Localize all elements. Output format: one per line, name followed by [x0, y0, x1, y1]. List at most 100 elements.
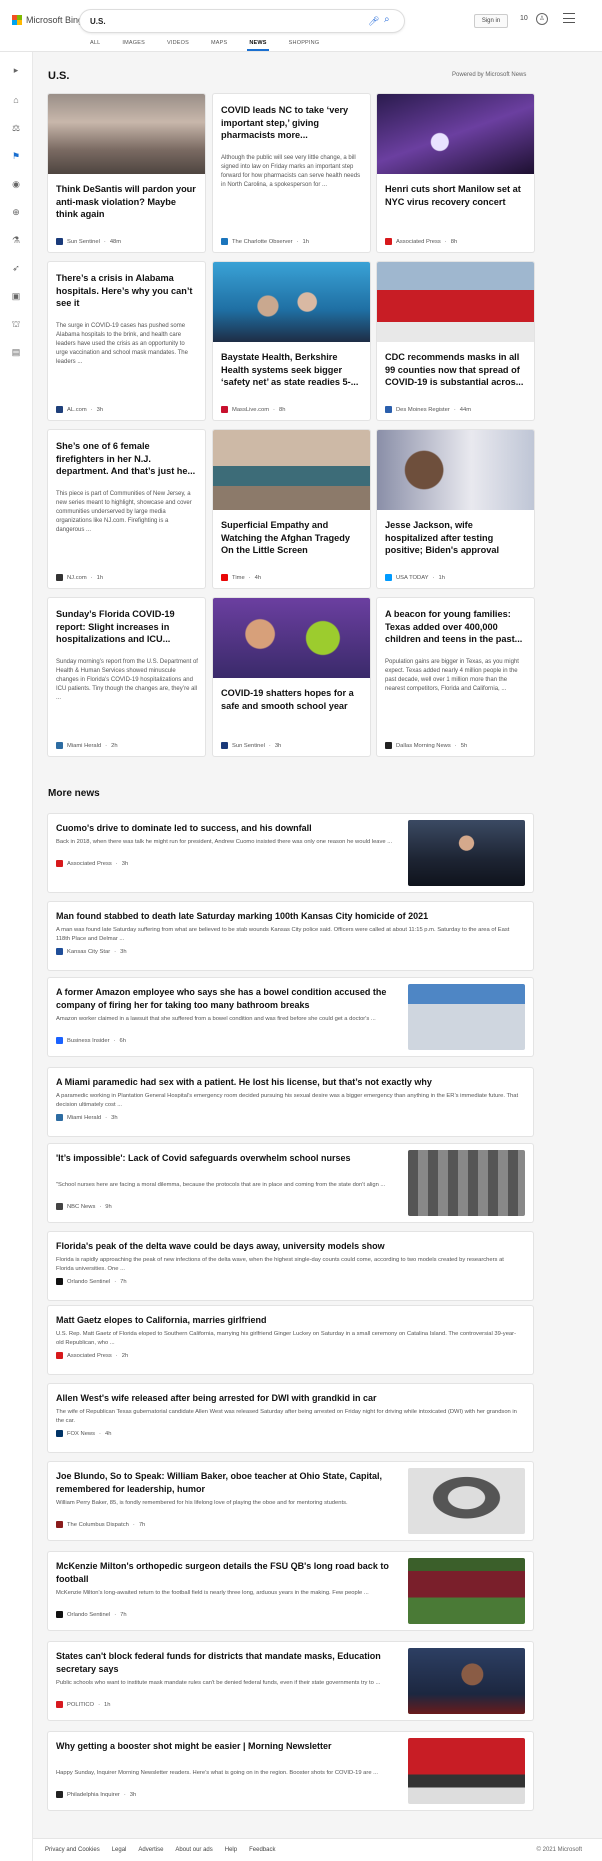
- news-item[interactable]: 'It’s impossible': Lack of Covid safegua…: [48, 1144, 533, 1222]
- news-title[interactable]: States can't block federal funds for dis…: [56, 1650, 401, 1676]
- film-icon[interactable]: ▣: [10, 290, 22, 302]
- card-title[interactable]: CDC recommends masks in all 99 counties …: [385, 351, 527, 389]
- tab-videos[interactable]: VIDEOS: [167, 40, 189, 46]
- scale-icon[interactable]: ⚖: [10, 122, 22, 134]
- news-thumbnail[interactable]: [408, 1468, 525, 1534]
- expand-icon[interactable]: ▸: [10, 64, 22, 76]
- footer-link-help[interactable]: Help: [225, 1847, 237, 1853]
- news-thumbnail[interactable]: [408, 1558, 525, 1624]
- card-image[interactable]: [377, 262, 534, 342]
- flag-icon[interactable]: ⚑: [10, 150, 22, 162]
- tab-shopping[interactable]: SHOPPING: [289, 40, 320, 46]
- news-item[interactable]: Cuomo's drive to dominate led to success…: [48, 814, 533, 892]
- news-card[interactable]: Superficial Empathy and Watching the Afg…: [213, 430, 370, 588]
- source-name: Associated Press: [67, 1352, 112, 1359]
- microphone-icon[interactable]: 🎤︎: [368, 16, 379, 27]
- card-image[interactable]: [377, 94, 534, 174]
- news-title[interactable]: Matt Gaetz elopes to California, marries…: [56, 1314, 521, 1327]
- footer-link-feedback[interactable]: Feedback: [249, 1847, 275, 1853]
- search-input[interactable]: [90, 14, 360, 28]
- news-card[interactable]: Baystate Health, Berkshire Health system…: [213, 262, 370, 420]
- source-logo-icon: [221, 742, 228, 749]
- search-box[interactable]: [80, 10, 404, 32]
- news-title[interactable]: McKenzie Milton's orthopedic surgeon det…: [56, 1560, 401, 1586]
- bank-icon[interactable]: ⛫: [10, 318, 22, 330]
- ticket-icon[interactable]: ▤: [10, 346, 22, 358]
- footer-link-legal[interactable]: Legal: [112, 1847, 127, 1853]
- card-title[interactable]: COVID leads NC to take ‘very important s…: [221, 104, 363, 142]
- footer-link-privacy[interactable]: Privacy and Cookies: [45, 1847, 100, 1853]
- news-title[interactable]: Joe Blundo, So to Speak: William Baker, …: [56, 1470, 401, 1496]
- card-title[interactable]: Jesse Jackson, wife hospitalized after t…: [385, 519, 527, 557]
- card-image[interactable]: [377, 430, 534, 510]
- rewards-points[interactable]: 10: [520, 15, 528, 22]
- news-item[interactable]: A former Amazon employee who says she ha…: [48, 978, 533, 1056]
- news-card[interactable]: Jesse Jackson, wife hospitalized after t…: [377, 430, 534, 588]
- news-title[interactable]: Man found stabbed to death late Saturday…: [56, 910, 521, 923]
- footer-link-about-ads[interactable]: About our ads: [175, 1847, 212, 1853]
- card-image[interactable]: [213, 598, 370, 678]
- location-pin-icon[interactable]: ◉: [10, 178, 22, 190]
- card-title[interactable]: COVID-19 shatters hopes for a safe and s…: [221, 687, 363, 712]
- home-icon[interactable]: ⌂: [10, 94, 22, 106]
- news-source: Associated Press · 3h: [56, 860, 128, 867]
- timestamp: 7h: [120, 1278, 127, 1285]
- news-thumbnail[interactable]: [408, 1150, 525, 1216]
- news-title[interactable]: 'It’s impossible': Lack of Covid safegua…: [56, 1152, 401, 1165]
- news-card[interactable]: She’s one of 6 female firefighters in he…: [48, 430, 205, 588]
- news-thumbnail[interactable]: [408, 1738, 525, 1804]
- card-title[interactable]: Sunday’s Florida COVID-19 report: Slight…: [56, 608, 198, 646]
- card-title[interactable]: Baystate Health, Berkshire Health system…: [221, 351, 363, 389]
- news-item[interactable]: Florida's peak of the delta wave could b…: [48, 1232, 533, 1300]
- news-card[interactable]: COVID-19 shatters hopes for a safe and s…: [213, 598, 370, 756]
- card-title[interactable]: Henri cuts short Manilow set at NYC viru…: [385, 183, 527, 208]
- footer-link-advertise[interactable]: Advertise: [138, 1847, 163, 1853]
- news-thumbnail[interactable]: [408, 984, 525, 1050]
- globe-icon[interactable]: ⊕: [10, 206, 22, 218]
- rewards-trophy-icon[interactable]: ♙: [536, 13, 548, 25]
- search-icon[interactable]: ⌕: [384, 14, 390, 25]
- hamburger-menu-icon[interactable]: [563, 13, 575, 23]
- card-image[interactable]: [48, 94, 205, 174]
- card-image[interactable]: [213, 262, 370, 342]
- news-item[interactable]: Joe Blundo, So to Speak: William Baker, …: [48, 1462, 533, 1540]
- tab-maps[interactable]: MAPS: [211, 40, 227, 46]
- news-title[interactable]: A Miami paramedic had sex with a patient…: [56, 1076, 521, 1089]
- news-card[interactable]: Sunday’s Florida COVID-19 report: Slight…: [48, 598, 205, 756]
- card-title[interactable]: She’s one of 6 female firefighters in he…: [56, 440, 198, 478]
- card-source: Des Moines Register · 44m: [385, 406, 471, 413]
- news-title[interactable]: Why getting a booster shot might be easi…: [56, 1740, 401, 1753]
- news-title[interactable]: Allen West's wife released after being a…: [56, 1392, 521, 1405]
- card-title[interactable]: There’s a crisis in Alabama hospitals. H…: [56, 272, 198, 310]
- news-item[interactable]: Man found stabbed to death late Saturday…: [48, 902, 533, 970]
- news-item[interactable]: A Miami paramedic had sex with a patient…: [48, 1068, 533, 1136]
- news-item[interactable]: Allen West's wife released after being a…: [48, 1384, 533, 1452]
- card-image[interactable]: [213, 430, 370, 510]
- news-card[interactable]: There’s a crisis in Alabama hospitals. H…: [48, 262, 205, 420]
- card-title[interactable]: A beacon for young families: Texas added…: [385, 608, 527, 646]
- news-title[interactable]: Cuomo's drive to dominate led to success…: [56, 822, 401, 835]
- news-title[interactable]: Florida's peak of the delta wave could b…: [56, 1240, 521, 1253]
- news-item[interactable]: States can't block federal funds for dis…: [48, 1642, 533, 1720]
- tab-all[interactable]: ALL: [90, 40, 100, 46]
- card-title[interactable]: Superficial Empathy and Watching the Afg…: [221, 519, 363, 557]
- news-title[interactable]: A former Amazon employee who says she ha…: [56, 986, 401, 1012]
- news-thumbnail[interactable]: [408, 1648, 525, 1714]
- tab-news[interactable]: NEWS: [247, 40, 270, 51]
- news-item[interactable]: Why getting a booster shot might be easi…: [48, 1732, 533, 1810]
- news-card[interactable]: Think DeSantis will pardon your anti-mas…: [48, 94, 205, 252]
- microscope-icon[interactable]: ⚗: [10, 234, 22, 246]
- sign-in-button[interactable]: Sign in: [474, 14, 508, 28]
- rocket-icon[interactable]: ➶: [10, 262, 22, 274]
- news-item[interactable]: McKenzie Milton's orthopedic surgeon det…: [48, 1552, 533, 1630]
- news-card[interactable]: A beacon for young families: Texas added…: [377, 598, 534, 756]
- card-title[interactable]: Think DeSantis will pardon your anti-mas…: [56, 183, 198, 221]
- news-card[interactable]: CDC recommends masks in all 99 counties …: [377, 262, 534, 420]
- news-thumbnail[interactable]: [408, 820, 525, 886]
- news-card[interactable]: Henri cuts short Manilow set at NYC viru…: [377, 94, 534, 252]
- tab-images[interactable]: IMAGES: [122, 40, 145, 46]
- news-card[interactable]: COVID leads NC to take ‘very important s…: [213, 94, 370, 252]
- card-source: Sun Sentinel · 3h: [221, 742, 281, 749]
- news-item[interactable]: Matt Gaetz elopes to California, marries…: [48, 1306, 533, 1374]
- bing-logo[interactable]: Microsoft Bing: [12, 15, 83, 25]
